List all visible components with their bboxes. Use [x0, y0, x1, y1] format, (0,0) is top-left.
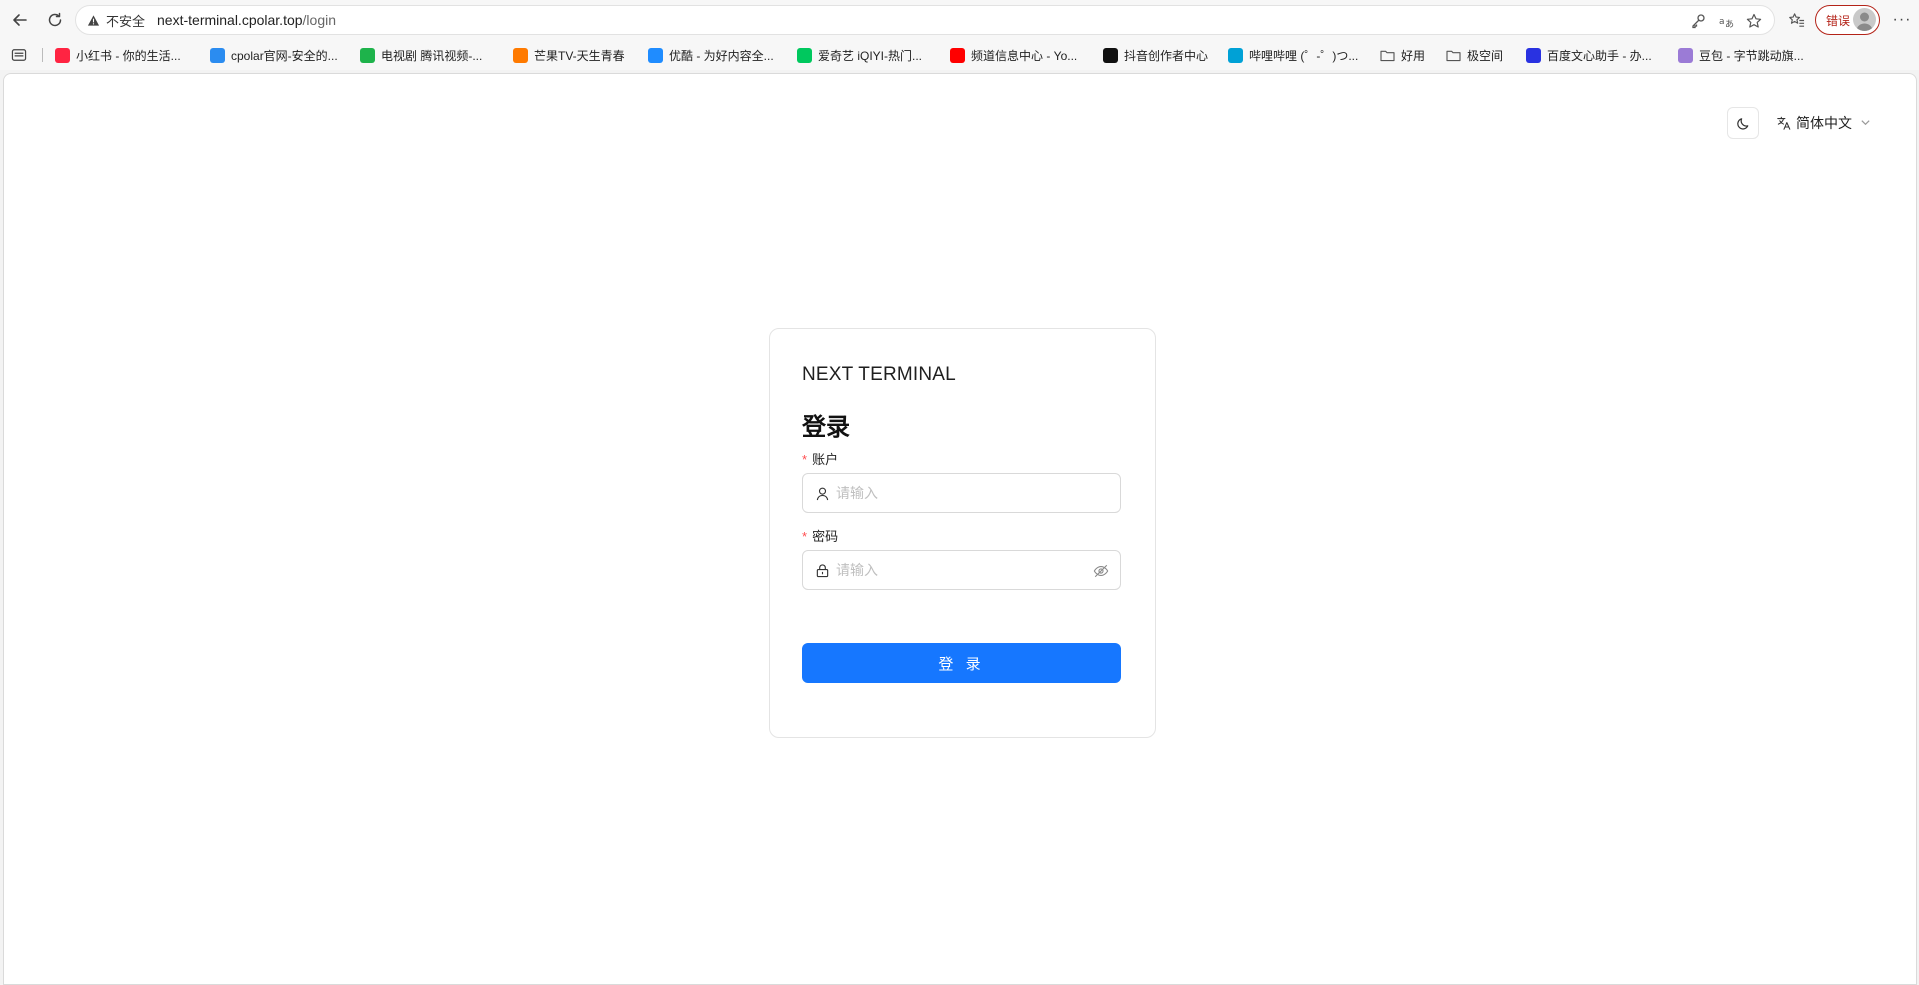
bookmark-item[interactable]: 频道信息中心 - Yo...: [950, 45, 1077, 65]
url-text[interactable]: next-terminal.cpolar.top/login: [157, 12, 336, 28]
reload-button[interactable]: [37, 2, 73, 38]
key-icon[interactable]: [1688, 11, 1708, 31]
mgtv-icon: [513, 47, 528, 63]
login-card: NEXT TERMINAL 登录 * 账户 请输入 * 密码 请输入 登 录: [769, 328, 1156, 738]
bookmark-item[interactable]: 芒果TV-天生青春: [513, 45, 625, 65]
more-menu-button[interactable]: ···: [1888, 6, 1916, 34]
translate-icon[interactable]: aあ: [1716, 11, 1736, 31]
bookmark-label: 频道信息中心 - Yo...: [971, 48, 1078, 63]
login-button[interactable]: 登 录: [802, 643, 1121, 683]
chevron-down-icon: [1860, 115, 1871, 131]
bookmark-label: 哔哩哔哩 (゜-゜)つ...: [1249, 48, 1359, 63]
address-bar[interactable]: 不安全 next-terminal.cpolar.top/login aあ: [75, 5, 1775, 35]
avatar: [1853, 8, 1876, 31]
reading-list-icon[interactable]: [10, 47, 28, 63]
baidu-icon: [1526, 47, 1541, 63]
arrow-left-icon: [13, 14, 27, 26]
favorites-button[interactable]: [1782, 6, 1810, 34]
password-input[interactable]: 请输入: [802, 550, 1121, 590]
bookmark-item[interactable]: 爱奇艺 iQIYI-热门...: [797, 45, 922, 65]
favorites-icon: [1788, 12, 1804, 27]
bookmark-item[interactable]: cpolar官网-安全的...: [210, 45, 338, 65]
url-path: /login: [302, 12, 337, 28]
password-label: * 密码: [802, 526, 838, 545]
star-icon[interactable]: [1744, 11, 1764, 31]
folder-icon: [1380, 48, 1395, 63]
page-title: 登录: [802, 414, 850, 441]
bookmark-item[interactable]: 小红书 - 你的生活...: [55, 45, 181, 65]
bookmarks-divider: [42, 48, 43, 62]
bookmark-label: cpolar官网-安全的...: [231, 48, 338, 63]
moon-icon: [1736, 117, 1748, 130]
language-icon: [1777, 116, 1791, 130]
bookmark-label: 芒果TV-天生青春: [534, 48, 625, 63]
required-mark: *: [802, 529, 808, 544]
tencent-video-icon: [360, 47, 375, 63]
reload-icon: [48, 12, 62, 27]
insecure-label[interactable]: 不安全: [106, 11, 145, 30]
doubao-icon: [1678, 47, 1693, 63]
profile-error-button[interactable]: 错误: [1815, 5, 1880, 35]
error-label: 错误: [1826, 13, 1851, 28]
bookmark-item[interactable]: 好用: [1380, 45, 1425, 65]
bookmark-item[interactable]: 抖音创作者中心: [1103, 45, 1208, 65]
back-button[interactable]: [2, 2, 38, 38]
url-host: next-terminal.cpolar.top: [157, 12, 303, 28]
lock-icon: [814, 562, 830, 578]
iqiyi-icon: [797, 47, 812, 63]
required-mark: *: [802, 452, 808, 467]
bookmark-label: 电视剧 腾讯视频-...: [381, 48, 483, 63]
xiaohongshu-icon: [55, 47, 70, 63]
bookmark-item[interactable]: 豆包 - 字节跳动旗...: [1678, 45, 1804, 65]
bookmarks-bar: 小红书 - 你的生活... cpolar官网-安全的... 电视剧 腾讯视频-...…: [0, 40, 1919, 70]
account-label-text: 账户: [812, 452, 839, 467]
bookmark-item[interactable]: 极空间: [1446, 45, 1503, 65]
account-placeholder: 请输入: [836, 485, 878, 501]
language-label: 简体中文: [1796, 115, 1852, 131]
bookmark-label: 极空间: [1467, 48, 1504, 63]
cpolar-icon: [210, 47, 225, 63]
eye-invisible-icon[interactable]: [1092, 562, 1109, 579]
bookmark-label: 优酷 - 为好内容全...: [669, 48, 774, 63]
douyin-icon: [1103, 47, 1118, 63]
language-select[interactable]: 简体中文: [1776, 110, 1871, 136]
bookmark-item[interactable]: 百度文心助手 - 办...: [1526, 45, 1652, 65]
bookmark-label: 好用: [1401, 48, 1426, 63]
bookmark-label: 爱奇艺 iQIYI-热门...: [818, 48, 923, 63]
password-label-text: 密码: [812, 529, 839, 544]
bookmark-label: 豆包 - 字节跳动旗...: [1699, 48, 1804, 63]
bookmark-label: 抖音创作者中心: [1124, 48, 1209, 63]
account-label: * 账户: [802, 449, 838, 468]
folder-icon: [1446, 48, 1461, 63]
user-icon: [814, 485, 830, 501]
youtube-icon: [950, 47, 965, 63]
password-placeholder: 请输入: [836, 562, 878, 578]
browser-toolbar: 不安全 next-terminal.cpolar.top/login aあ 错误…: [0, 0, 1919, 40]
bookmark-item[interactable]: 电视剧 腾讯视频-...: [360, 45, 482, 65]
bookmark-item[interactable]: 优酷 - 为好内容全...: [648, 45, 774, 65]
youku-icon: [648, 47, 663, 63]
bookmark-label: 小红书 - 你的生活...: [76, 48, 181, 63]
page-viewport: 简体中文 NEXT TERMINAL 登录 * 账户 请输入 * 密码 请输入 登 …: [3, 73, 1917, 985]
svg-text:あ: あ: [1725, 19, 1734, 29]
brand-name: NEXT TERMINAL: [802, 364, 956, 385]
svg-text:a: a: [1719, 17, 1725, 27]
warning-icon[interactable]: [86, 13, 100, 27]
bookmark-label: 百度文心助手 - 办...: [1547, 48, 1652, 63]
bookmark-item[interactable]: 哔哩哔哩 (゜-゜)つ...: [1228, 45, 1358, 65]
theme-toggle-button[interactable]: [1727, 107, 1759, 139]
account-input[interactable]: 请输入: [802, 473, 1121, 513]
bilibili-icon: [1228, 47, 1243, 63]
